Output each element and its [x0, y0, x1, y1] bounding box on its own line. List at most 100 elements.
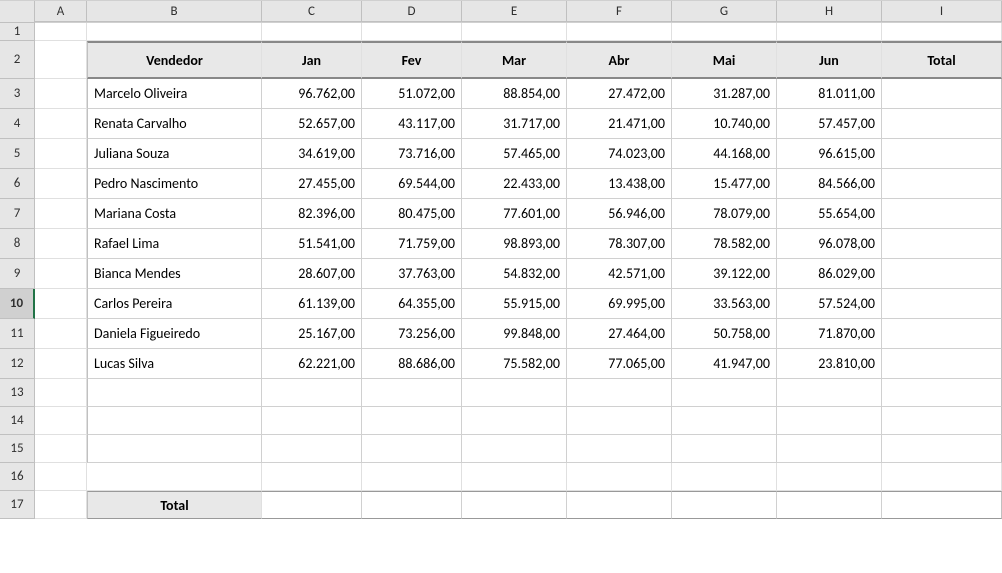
table-row-mai[interactable]: 41.947,00	[672, 349, 777, 379]
table-row-abr[interactable]: 69.995,00	[567, 289, 672, 319]
cell-G13[interactable]	[672, 379, 777, 407]
cell-A17[interactable]	[35, 491, 87, 519]
cell-F15[interactable]	[567, 435, 672, 463]
table-row-jun[interactable]: 57.524,00	[777, 289, 882, 319]
table-row-jun[interactable]: 84.566,00	[777, 169, 882, 199]
row-header-2[interactable]: 2	[0, 41, 35, 79]
cell-A9[interactable]	[35, 259, 87, 289]
row-header-3[interactable]: 3	[0, 79, 35, 109]
cell-B13[interactable]	[87, 379, 262, 407]
table-row-jan[interactable]: 34.619,00	[262, 139, 362, 169]
cell-G1[interactable]	[672, 23, 777, 41]
table-row-mar[interactable]: 55.915,00	[462, 289, 567, 319]
cell-H1[interactable]	[777, 23, 882, 41]
table-row-total[interactable]	[882, 289, 1002, 319]
table-row-mai[interactable]: 33.563,00	[672, 289, 777, 319]
cell-D15[interactable]	[362, 435, 462, 463]
table-row-mar[interactable]: 77.601,00	[462, 199, 567, 229]
table-row-mar[interactable]: 88.854,00	[462, 79, 567, 109]
cell-A14[interactable]	[35, 407, 87, 435]
table-row-mar[interactable]: 54.832,00	[462, 259, 567, 289]
cell-A15[interactable]	[35, 435, 87, 463]
header-vendedor[interactable]: Vendedor	[87, 41, 262, 79]
table-row-mai[interactable]: 50.758,00	[672, 319, 777, 349]
table-row-total[interactable]	[882, 229, 1002, 259]
table-row-jan[interactable]: 27.455,00	[262, 169, 362, 199]
table-row-mar[interactable]: 22.433,00	[462, 169, 567, 199]
table-row-mai[interactable]: 15.477,00	[672, 169, 777, 199]
table-row-total[interactable]	[882, 319, 1002, 349]
total-fev[interactable]	[362, 491, 462, 519]
table-row-total[interactable]	[882, 139, 1002, 169]
cell-B1[interactable]	[87, 23, 262, 41]
total-jan[interactable]	[262, 491, 362, 519]
row-header-4[interactable]: 4	[0, 109, 35, 139]
table-row-total[interactable]	[882, 199, 1002, 229]
table-row-name[interactable]: Pedro Nascimento	[87, 169, 262, 199]
cell-A10[interactable]	[35, 289, 87, 319]
cell-G15[interactable]	[672, 435, 777, 463]
table-row-name[interactable]: Bianca Mendes	[87, 259, 262, 289]
cell-E16[interactable]	[462, 463, 567, 491]
header-mar[interactable]: Mar	[462, 41, 567, 79]
cell-E1[interactable]	[462, 23, 567, 41]
col-header-D[interactable]: D	[362, 1, 462, 22]
cell-B15[interactable]	[87, 435, 262, 463]
table-row-abr[interactable]: 56.946,00	[567, 199, 672, 229]
row-header-12[interactable]: 12	[0, 349, 35, 379]
table-row-jun[interactable]: 57.457,00	[777, 109, 882, 139]
cell-A4[interactable]	[35, 109, 87, 139]
row-header-5[interactable]: 5	[0, 139, 35, 169]
col-header-B[interactable]: B	[87, 1, 262, 22]
table-row-total[interactable]	[882, 259, 1002, 289]
cell-C1[interactable]	[262, 23, 362, 41]
select-all-corner[interactable]	[0, 1, 35, 23]
table-row-abr[interactable]: 77.065,00	[567, 349, 672, 379]
table-row-name[interactable]: Daniela Figueiredo	[87, 319, 262, 349]
table-row-fev[interactable]: 37.763,00	[362, 259, 462, 289]
table-row-fev[interactable]: 88.686,00	[362, 349, 462, 379]
table-row-mai[interactable]: 10.740,00	[672, 109, 777, 139]
col-header-C[interactable]: C	[262, 1, 362, 22]
cell-H14[interactable]	[777, 407, 882, 435]
table-row-fev[interactable]: 69.544,00	[362, 169, 462, 199]
header-total[interactable]: Total	[882, 41, 1002, 79]
cell-F14[interactable]	[567, 407, 672, 435]
row-header-7[interactable]: 7	[0, 199, 35, 229]
table-row-name[interactable]: Carlos Pereira	[87, 289, 262, 319]
row-header-16[interactable]: 16	[0, 463, 35, 491]
header-jan[interactable]: Jan	[262, 41, 362, 79]
cell-E14[interactable]	[462, 407, 567, 435]
table-row-abr[interactable]: 74.023,00	[567, 139, 672, 169]
table-row-mar[interactable]: 99.848,00	[462, 319, 567, 349]
table-row-fev[interactable]: 73.256,00	[362, 319, 462, 349]
table-row-abr[interactable]: 27.472,00	[567, 79, 672, 109]
col-header-G[interactable]: G	[672, 1, 777, 22]
cell-C15[interactable]	[262, 435, 362, 463]
row-header-15[interactable]: 15	[0, 435, 35, 463]
table-row-total[interactable]	[882, 79, 1002, 109]
col-header-H[interactable]: H	[777, 1, 882, 22]
cell-A7[interactable]	[35, 199, 87, 229]
cell-A13[interactable]	[35, 379, 87, 407]
header-abr[interactable]: Abr	[567, 41, 672, 79]
header-jun[interactable]: Jun	[777, 41, 882, 79]
table-row-jun[interactable]: 96.615,00	[777, 139, 882, 169]
table-row-jun[interactable]: 71.870,00	[777, 319, 882, 349]
table-row-abr[interactable]: 42.571,00	[567, 259, 672, 289]
cell-E15[interactable]	[462, 435, 567, 463]
table-row-total[interactable]	[882, 169, 1002, 199]
row-header-9[interactable]: 9	[0, 259, 35, 289]
header-fev[interactable]: Fev	[362, 41, 462, 79]
cell-H13[interactable]	[777, 379, 882, 407]
cell-A8[interactable]	[35, 229, 87, 259]
table-row-fev[interactable]: 71.759,00	[362, 229, 462, 259]
cell-A5[interactable]	[35, 139, 87, 169]
table-row-mai[interactable]: 39.122,00	[672, 259, 777, 289]
total-abr[interactable]	[567, 491, 672, 519]
cell-C13[interactable]	[262, 379, 362, 407]
row-header-1[interactable]: 1	[0, 23, 35, 41]
cell-H16[interactable]	[777, 463, 882, 491]
cell-F1[interactable]	[567, 23, 672, 41]
table-row-jan[interactable]: 52.657,00	[262, 109, 362, 139]
